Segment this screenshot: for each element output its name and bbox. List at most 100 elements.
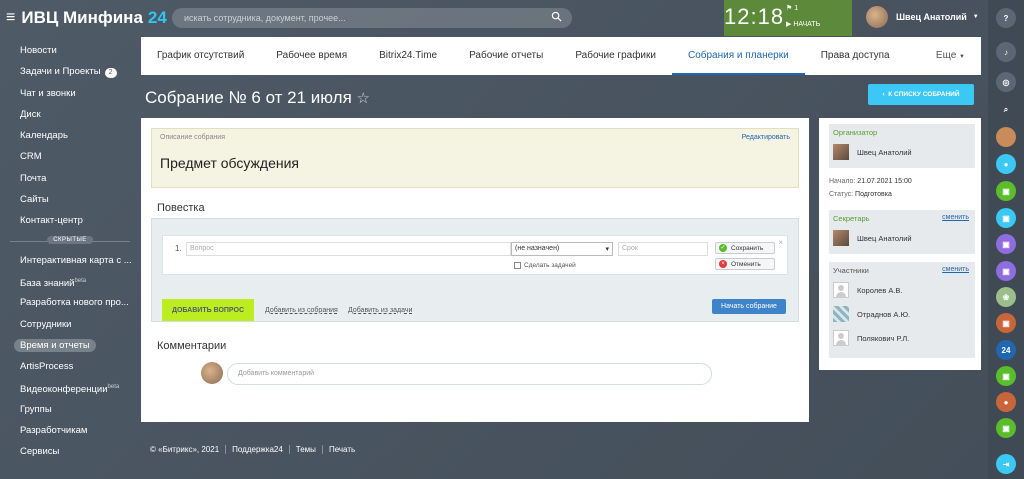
sidebar-item[interactable]: Контакт-центр	[0, 210, 138, 231]
bitrix24-icon[interactable]: 24	[996, 340, 1016, 360]
tab[interactable]: Рабочие отчеты	[453, 37, 559, 75]
sidebar-item-label: CRM	[20, 151, 42, 163]
support-link[interactable]: Поддержка24	[225, 445, 289, 454]
sidebar-item[interactable]: Чат и звонки	[0, 83, 138, 104]
lock-icon[interactable]: ▣	[996, 366, 1016, 386]
secretary-person[interactable]: Швец Анатолий	[833, 230, 912, 246]
search-input[interactable]: искать сотрудника, документ, прочее...	[172, 8, 572, 28]
question-input[interactable]: Вопрос	[186, 242, 511, 256]
make-task-checkbox[interactable]: Сделать задачей	[514, 262, 576, 269]
cancel-button[interactable]: × Отменить	[715, 258, 775, 270]
checkbox-icon[interactable]	[514, 262, 521, 269]
tabs-bar: График отсутствий Рабочее время Bitrix24.T…	[141, 37, 981, 75]
tab[interactable]: Собрания и планерки	[671, 37, 805, 75]
comment-input[interactable]: Добавить комментарий	[227, 363, 712, 385]
sidebar-item[interactable]: Время и отчеты	[0, 335, 138, 356]
sidebar-item[interactable]: CRM	[0, 146, 138, 167]
user-icon[interactable]: ●	[996, 154, 1016, 174]
participant[interactable]: Полякович Р.Л.	[833, 330, 909, 346]
search-icon[interactable]: ⌕	[996, 100, 1016, 120]
lock-icon[interactable]: ▣	[996, 313, 1016, 333]
participant[interactable]: Отраднов А.Ю.	[833, 306, 910, 322]
themes-link[interactable]: Темы	[288, 445, 322, 454]
start-workday-button[interactable]: ▶ НАЧАТЬ	[786, 20, 820, 28]
sidebar-item[interactable]: Новости	[0, 40, 138, 61]
print-link[interactable]: Печать	[321, 445, 361, 454]
bell-icon[interactable]: ♪	[996, 42, 1016, 62]
flag-icon: ⚑ 1	[786, 5, 799, 12]
sidebar-item[interactable]: Почта	[0, 168, 138, 189]
sidebar-item-label: Новости	[20, 45, 57, 56]
worktime-widget[interactable]: 12:18 ⚑ 1 ▶ НАЧАТЬ	[724, 0, 852, 36]
status-value: Подготовка	[855, 191, 892, 198]
deadline-input[interactable]: Срок	[618, 242, 708, 256]
question-placeholder: Вопрос	[190, 245, 214, 252]
tab[interactable]: Bitrix24.Time	[363, 37, 453, 75]
sidebar-item[interactable]: Сервисы	[0, 441, 138, 462]
sidebar-item-label: Календарь	[20, 130, 68, 142]
sidebar-item[interactable]: Задачи и Проекты 2	[0, 61, 138, 82]
tab-more[interactable]: Еще ▼	[920, 37, 981, 75]
user-icon[interactable]: ●	[996, 392, 1016, 412]
sidebar-item[interactable]: ArtisProcess	[0, 356, 138, 377]
sidebar-item[interactable]: Сотрудники	[0, 314, 138, 335]
rail-24-label: 24	[1001, 345, 1011, 355]
star-icon[interactable]: ☆	[357, 90, 370, 107]
search-icon[interactable]	[551, 11, 562, 22]
lock-icon[interactable]: ▣	[996, 208, 1016, 228]
add-from-meeting-link[interactable]: Добавить из собрания	[265, 307, 338, 314]
lock-icon[interactable]: ▣	[996, 234, 1016, 254]
tab[interactable]: График отсутствий	[141, 37, 260, 75]
add-question-button[interactable]: ДОБАВИТЬ ВОПРОС	[162, 299, 254, 321]
lock-icon[interactable]: ▣	[996, 181, 1016, 201]
sidebar-item-label: Время и отчеты	[14, 338, 96, 352]
sidebar-item-label: ArtisProcess	[20, 361, 74, 373]
back-to-list-button[interactable]: ‹ К СПИСКУ СОБРАНИЙ	[868, 84, 974, 105]
exit-icon[interactable]: ⇥	[996, 454, 1016, 474]
sidebar-item[interactable]: Интерактивная карта с ...	[0, 250, 138, 271]
tab[interactable]: Рабочее время	[260, 37, 363, 75]
agenda-title: Повестка	[157, 202, 205, 214]
group-icon[interactable]: ❀	[996, 287, 1016, 307]
lock-icon[interactable]: ▣	[996, 418, 1016, 438]
user-name: Швец Анатолий	[896, 12, 967, 22]
clock-time: 12:18	[724, 4, 785, 29]
hidden-divider[interactable]: СКРЫТЫЕ	[0, 232, 140, 250]
avatar[interactable]	[996, 127, 1016, 147]
add-from-task-link[interactable]: Добавить из задачи	[348, 307, 412, 314]
sidebar-item[interactable]: Сайты	[0, 189, 138, 210]
footer: © «Битрикс», 2021 Поддержка24 Темы Печат…	[150, 445, 361, 454]
sidebar-item[interactable]: Разработка нового про...	[0, 292, 138, 313]
sidebar-item[interactable]: Диск	[0, 104, 138, 125]
menu-icon[interactable]: ≡	[6, 9, 15, 27]
secretary-name: Швец Анатолий	[857, 233, 912, 243]
sidebar-item-label: Диск	[20, 108, 41, 120]
tab[interactable]: Права доступа	[805, 37, 906, 75]
sidebar-item-label: Разработчикам	[20, 425, 88, 437]
meeting-card: Описание собрания Редактировать Предмет …	[141, 118, 809, 422]
organizer-person[interactable]: Швец Анатолий	[833, 144, 912, 160]
start-meeting-label: Начать собрание	[721, 303, 777, 310]
start-meeting-button[interactable]: Начать собрание	[712, 299, 786, 314]
lock-icon[interactable]: ▣	[996, 261, 1016, 281]
sidebar-item[interactable]: База знанийbeta	[0, 271, 138, 292]
sidebar-item-label: Задачи и Проекты	[20, 66, 101, 78]
sidebar-item[interactable]: Разработчикам	[0, 420, 138, 441]
tab[interactable]: Рабочие графики	[559, 37, 672, 75]
change-secretary-link[interactable]: сменить	[942, 214, 969, 221]
user-menu[interactable]: Швец Анатолий ▼	[866, 6, 979, 28]
logo[interactable]: ≡ ИВЦ Минфина 24	[6, 8, 167, 28]
sidebar-item[interactable]: Группы	[0, 399, 138, 420]
sidebar-item[interactable]: Видеоконференцииbeta	[0, 377, 138, 398]
close-icon[interactable]: ×	[778, 238, 783, 247]
help-icon[interactable]: ?	[996, 8, 1016, 28]
participant-name: Отраднов А.Ю.	[857, 309, 911, 319]
save-button[interactable]: ✓ Сохранить	[715, 242, 775, 254]
assignee-select[interactable]: (не назначен) ▾	[511, 242, 613, 256]
participant[interactable]: Королев А.В.	[833, 282, 903, 298]
edit-link[interactable]: Редактировать	[742, 134, 790, 141]
chat-icon[interactable]: ◎	[996, 72, 1016, 92]
sidebar-item[interactable]: Календарь	[0, 125, 138, 146]
change-participants-link[interactable]: сменить	[942, 266, 969, 273]
sidebar-item-label: Контакт-центр	[20, 215, 83, 227]
